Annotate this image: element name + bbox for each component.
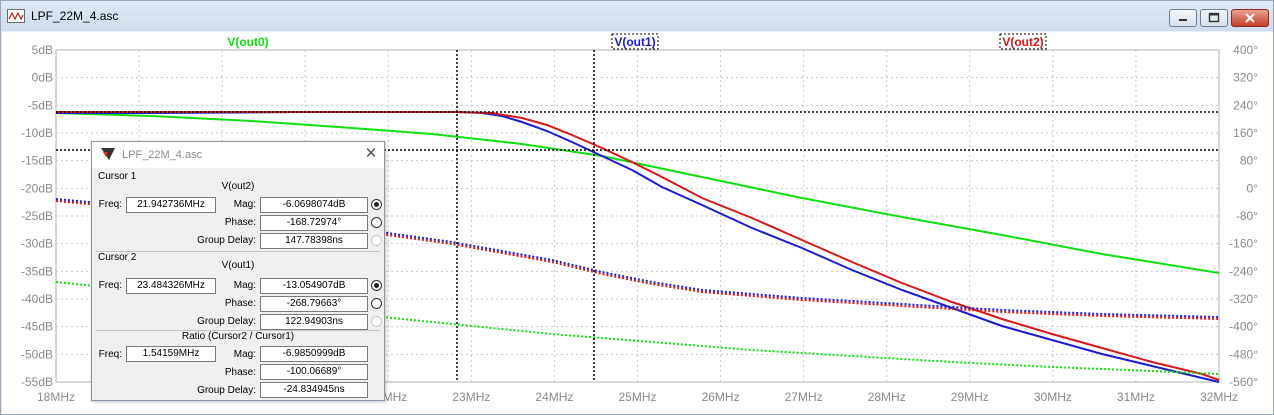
ratio-phase-label: Phase: [224, 367, 256, 378]
cursor1-freq-label: Freq: [98, 199, 122, 210]
y-axis-tick-label: -20dB [21, 181, 53, 195]
cursor2-phase-label: Phase: [224, 298, 256, 309]
ratio-freq-value: 1.54159MHz [126, 346, 216, 362]
cursor2-group-delay-radio[interactable] [371, 316, 382, 327]
dialog-title-bar[interactable]: LPF_22M_4.asc ✕ [92, 142, 384, 168]
phase-axis-tick-label: -320° [1229, 292, 1258, 306]
phase-axis-tick-label: 400° [1233, 43, 1258, 57]
ratio-section-label: Ratio (Cursor2 / Cursor1) [181, 331, 295, 342]
dialog-title: LPF_22M_4.asc [122, 149, 203, 161]
x-axis-tick-label: 27MHz [785, 390, 823, 404]
y-axis-tick-label: -55dB [21, 375, 53, 389]
x-axis-tick-label: 30MHz [1034, 390, 1072, 404]
cursor1-freq-field[interactable]: 21.942736MHz [126, 197, 216, 213]
phase-axis-tick-label: -400° [1229, 320, 1258, 334]
trace-label-out1[interactable]: V(out1) [614, 35, 655, 49]
x-axis-tick-label: 23MHz [452, 390, 490, 404]
cursor2-trace-name: V(out1) [221, 260, 255, 271]
cursor2-phase-radio[interactable] [371, 298, 382, 309]
phase-axis-tick-label: 80° [1240, 154, 1258, 168]
close-icon [1245, 13, 1255, 23]
y-axis-tick-label: 5dB [32, 43, 53, 57]
trace-label-out0[interactable]: V(out0) [227, 35, 268, 49]
cursor2-mag-radio[interactable] [371, 280, 382, 291]
cursor1-mag-value: -6.0698074dB [260, 197, 368, 213]
x-axis-tick-label: 32MHz [1200, 390, 1238, 404]
x-axis-tick-label: 29MHz [951, 390, 989, 404]
y-axis-tick-label: -30dB [21, 237, 53, 251]
ratio-mag-label: Mag: [233, 349, 256, 360]
x-axis-tick-label: 18MHz [37, 390, 75, 404]
x-axis-tick-label: 25MHz [618, 390, 656, 404]
y-axis-tick-label: -25dB [21, 209, 53, 223]
app-window: LPF_22M_4.asc 5dB 0dB -5dB -10dB -15dB -20dB -… [0, 0, 1274, 415]
x-axis-tick-label: 31MHz [1117, 390, 1155, 404]
phase-axis-tick-label: -80° [1236, 209, 1258, 223]
cursor1-phase-value: -168.72974° [260, 215, 368, 231]
y-axis-tick-label: -40dB [21, 292, 53, 306]
title-bar[interactable]: LPF_22M_4.asc [1, 1, 1273, 31]
y-axis-tick-label: 0dB [32, 71, 53, 85]
phase-axis-tick-label: 160° [1233, 126, 1258, 140]
cursor1-trace-name: V(out2) [221, 181, 255, 192]
phase-axis-tick-label: -480° [1229, 347, 1258, 361]
x-axis-tick-label: 24MHz [535, 390, 573, 404]
y-axis-tick-label: -5dB [28, 98, 53, 112]
y-axis-tick-label: -45dB [21, 320, 53, 334]
phase-axis-tick-label: -160° [1229, 237, 1258, 251]
x-axis-tick-label: 26MHz [702, 390, 740, 404]
cursor2-phase-value: -268.79663° [260, 296, 368, 312]
phase-axis-tick-label: 320° [1233, 71, 1258, 85]
cursor2-group-delay-value: 122.94903ns [260, 314, 368, 330]
y-axis-tick-label: -35dB [21, 264, 53, 278]
divider [96, 251, 380, 252]
cursor2-freq-field[interactable]: 23.484326MHz [126, 278, 216, 294]
cursor1-mag-label: Mag: [233, 199, 256, 210]
phase-axis-tick-label: -560° [1229, 375, 1258, 389]
cursor1-phase-radio[interactable] [371, 217, 382, 228]
cursor2-mag-value: -13.054907dB [260, 278, 368, 294]
restore-icon [1208, 12, 1220, 23]
trace-label-out2[interactable]: V(out2) [1002, 35, 1043, 49]
cursor1-mag-radio[interactable] [371, 199, 382, 210]
dialog-close-icon[interactable]: ✕ [362, 145, 380, 163]
cursor2-group-delay-label: Group Delay: [197, 316, 256, 327]
minimize-icon [1179, 19, 1187, 21]
x-axis-tick-label: 28MHz [868, 390, 906, 404]
cursor1-group-delay-radio[interactable] [371, 235, 382, 246]
cursor1-phase-label: Phase: [224, 217, 256, 228]
ratio-phase-value: -100.06689° [260, 364, 368, 380]
restore-button[interactable] [1200, 9, 1228, 27]
ltspice-icon [101, 148, 115, 160]
y-axis-tick-label: -10dB [21, 126, 53, 140]
phase-axis-tick-label: 240° [1233, 98, 1258, 112]
ratio-group-delay-label: Group Delay: [197, 385, 256, 396]
y-axis-tick-label: -15dB [21, 154, 53, 168]
ratio-freq-label: Freq: [98, 349, 122, 360]
cursor2-freq-label: Freq: [98, 280, 122, 291]
minimize-button[interactable] [1169, 9, 1197, 27]
ratio-group-delay-value: -24.834945ns [260, 382, 368, 398]
phase-axis-tick-label: -240° [1229, 264, 1258, 278]
cursor1-group-delay-value: 147.78398ns [260, 233, 368, 249]
phase-axis-tick-label: 0° [1247, 181, 1259, 195]
close-button[interactable] [1231, 9, 1269, 27]
cursor-readout-dialog[interactable]: LPF_22M_4.asc ✕ Cursor 1 V(out2) Freq: 2… [91, 141, 385, 401]
waveform-app-icon [7, 9, 25, 23]
window-title: LPF_22M_4.asc [31, 9, 119, 23]
cursor1-group-delay-label: Group Delay: [197, 235, 256, 246]
ratio-mag-value: -6.9850999dB [260, 346, 368, 362]
y-axis-tick-label: -50dB [21, 347, 53, 361]
cursor2-mag-label: Mag: [233, 280, 256, 291]
